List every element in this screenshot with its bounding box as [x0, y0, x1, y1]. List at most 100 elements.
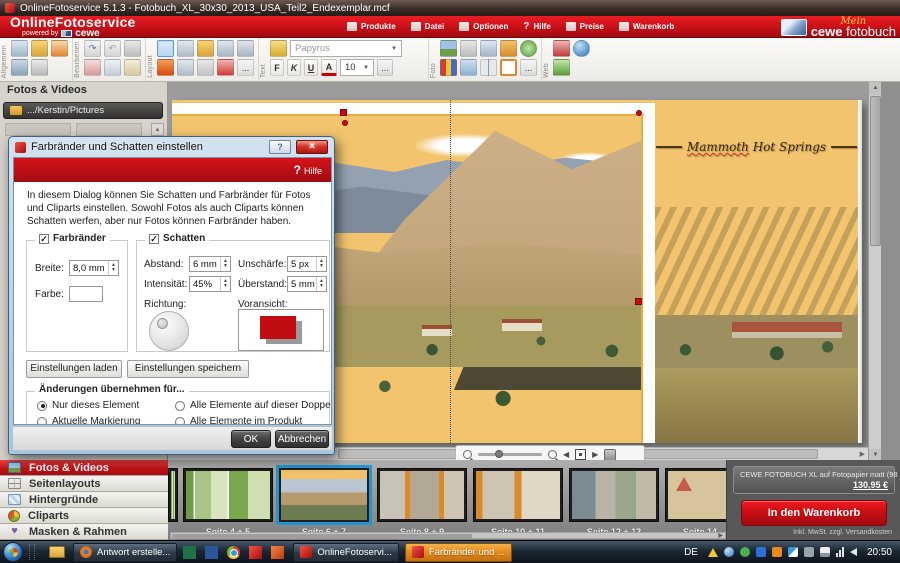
selection-handle[interactable]	[636, 110, 642, 116]
photo-split-icon[interactable]	[480, 59, 497, 76]
scrollbar-thumb[interactable]	[172, 534, 472, 538]
view-mode-icon[interactable]	[604, 448, 617, 461]
task-firefox[interactable]: Antwort erstelle...	[73, 542, 178, 562]
zoom-in-icon[interactable]	[548, 450, 557, 459]
grid-icon[interactable]	[157, 40, 174, 57]
direction-knob[interactable]	[157, 318, 168, 329]
insert-photo-icon[interactable]	[440, 40, 457, 57]
menu-warenkorb[interactable]: Warenkorb	[618, 22, 674, 31]
sidebar-item-hintergruende[interactable]: Hintergründe	[0, 492, 168, 508]
redo-icon[interactable]: ↷	[84, 40, 101, 57]
save-as-icon[interactable]	[11, 59, 28, 76]
zoom-out-icon[interactable]	[463, 450, 472, 459]
save-settings-button[interactable]: Einstellungen speichern	[127, 360, 249, 378]
rotate-handle[interactable]	[342, 120, 348, 126]
display-icon[interactable]	[787, 547, 798, 557]
dialog-hilfe-link[interactable]: ? Hilfe	[294, 163, 322, 177]
color-levels-icon[interactable]	[440, 59, 457, 76]
rotate-left-icon[interactable]	[177, 40, 194, 57]
spinner-arrows-icon[interactable]: ▲ ▼	[316, 257, 326, 271]
menu-optionen[interactable]: Optionen	[459, 22, 508, 31]
sidebar-item-fotos-videos[interactable]: Fotos & Videos	[0, 460, 168, 476]
spinner-arrows-icon[interactable]: ▲ ▼	[108, 261, 118, 275]
rotate-right-icon[interactable]	[177, 59, 194, 76]
radio-icon[interactable]	[175, 400, 185, 411]
network-globe-icon[interactable]	[723, 547, 734, 557]
status-green-icon[interactable]	[739, 547, 750, 557]
task-farbraender-dialog[interactable]: Farbränder und ...	[404, 542, 512, 562]
web-globe-icon[interactable]	[573, 40, 590, 57]
radio-all-on-spread[interactable]: Alle Elemente auf dieser Doppelseite	[175, 400, 331, 411]
signal-strength-icon[interactable]	[835, 547, 844, 557]
shadow-blur-input[interactable]: 5 px ▲ ▼	[287, 256, 327, 272]
printer-icon[interactable]	[803, 547, 814, 557]
borders-checkbox[interactable]: ✓	[39, 233, 49, 244]
menu-produkte[interactable]: Produkte	[347, 22, 396, 31]
selection-handle[interactable]	[635, 298, 642, 305]
page-thumb-12-13[interactable]	[569, 468, 659, 522]
spread-title[interactable]: Mammoth Hot Springs	[655, 140, 858, 154]
cut-icon[interactable]	[84, 59, 101, 76]
text-more-icon[interactable]: ...	[377, 59, 393, 76]
underline-button[interactable]: U	[304, 59, 318, 76]
page-thumb-partial[interactable]	[168, 468, 178, 522]
dialog-titlebar[interactable]: Farbränder und Schatten einstellen ? ×	[9, 137, 334, 157]
save-icon[interactable]	[11, 40, 28, 57]
task-onlinefotoservice[interactable]: OnlineFotoservi...	[293, 542, 399, 562]
photo-effects-icon[interactable]	[500, 40, 517, 57]
security-icon[interactable]	[771, 547, 782, 557]
bold-button[interactable]: F	[270, 59, 284, 76]
font-color-button[interactable]: A	[321, 59, 337, 76]
italic-button[interactable]: K	[287, 59, 301, 76]
border-width-input[interactable]: 8,0 mm ▲ ▼	[69, 260, 119, 276]
fit-page-icon[interactable]	[575, 449, 587, 460]
add-to-cart-button[interactable]: In den Warenkorb	[741, 500, 887, 526]
word-icon[interactable]	[205, 545, 219, 559]
delete-trash-icon[interactable]	[124, 40, 141, 57]
scroll-right-icon[interactable]: ▶	[860, 450, 865, 458]
photo-more-icon[interactable]: ...	[520, 59, 537, 76]
menu-datei[interactable]: Datei	[410, 22, 444, 31]
shadow-direction-control[interactable]	[149, 311, 189, 351]
shadow-overhang-input[interactable]: 5 mm ▲ ▼	[287, 276, 327, 292]
ok-button[interactable]: OK	[231, 430, 271, 448]
open-project-icon[interactable]	[31, 40, 48, 57]
chrome-icon[interactable]	[227, 545, 241, 559]
action-center-flag-icon[interactable]	[819, 547, 830, 557]
folder-select-button[interactable]: .../Kerstin/Pictures	[3, 102, 163, 119]
page-thumb-10-11[interactable]	[473, 468, 563, 522]
app-orange-icon[interactable]	[271, 545, 285, 559]
sidebar-item-cliparts[interactable]: Cliparts	[0, 508, 168, 524]
cancel-button[interactable]: Abbrechen	[275, 430, 329, 448]
spinner-arrows-icon[interactable]: ▲ ▼	[220, 257, 230, 271]
start-button[interactable]	[3, 542, 23, 562]
menu-hilfe[interactable]: ? Hilfe	[523, 21, 550, 32]
text-insert-icon[interactable]	[270, 40, 287, 57]
border-color-swatch[interactable]	[69, 286, 103, 302]
photo-zoom-icon[interactable]	[460, 40, 477, 57]
page-thumb-4-5[interactable]	[183, 468, 273, 522]
web-share-icon[interactable]	[553, 40, 570, 57]
previous-page-icon[interactable]: ◀	[563, 450, 569, 459]
shadow-intensity-input[interactable]: 45% ▲ ▼	[189, 276, 231, 292]
font-size-select[interactable]: 10 ▼	[340, 59, 374, 76]
panel-scroll-up-icon[interactable]: ▲	[151, 123, 164, 136]
sidebar-item-seitenlayouts[interactable]: Seitenlayouts	[0, 476, 168, 492]
taskbar-clock[interactable]: 20:50	[867, 547, 892, 558]
next-page-icon[interactable]: ▶	[592, 450, 598, 459]
scroll-right-icon[interactable]: ▶	[718, 532, 723, 539]
copy-icon[interactable]	[104, 59, 121, 76]
send-backward-icon[interactable]	[217, 40, 234, 57]
app-red-icon[interactable]	[249, 545, 263, 559]
sidebar-item-masken-rahmen[interactable]: ♥ Masken & Rahmen	[0, 524, 168, 540]
selection-handle[interactable]	[340, 109, 347, 116]
magnet-snap-icon[interactable]	[157, 59, 174, 76]
bring-forward-icon[interactable]	[237, 40, 254, 57]
web-upload-icon[interactable]	[553, 59, 570, 76]
menu-preise[interactable]: Preise	[565, 22, 604, 31]
explorer-icon[interactable]	[49, 546, 65, 558]
language-indicator[interactable]: DE	[684, 547, 698, 558]
undo-icon[interactable]: ↶	[104, 40, 121, 57]
radio-icon[interactable]	[37, 416, 47, 424]
font-family-select[interactable]: Papyrus ▼	[290, 40, 402, 57]
